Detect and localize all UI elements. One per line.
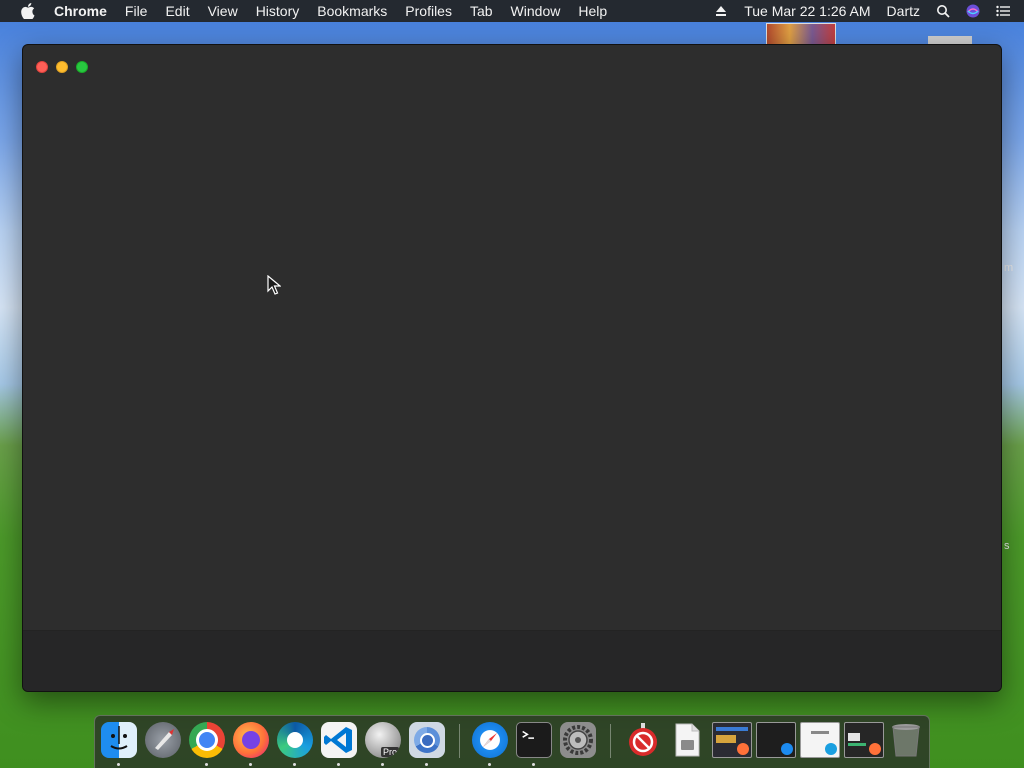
dock-launchpad[interactable]: [145, 722, 181, 760]
edge-window-thumbnail: [800, 722, 840, 758]
dock-separator: [459, 724, 460, 758]
dock-vscode[interactable]: [321, 722, 357, 760]
running-indicator: [425, 763, 428, 766]
close-window-button[interactable]: [36, 61, 48, 73]
running-indicator: [293, 763, 296, 766]
chromium-icon: [409, 722, 445, 758]
dock-firefox-window[interactable]: [712, 722, 752, 760]
firefox-icon: [233, 722, 269, 758]
menu-file[interactable]: File: [116, 0, 157, 22]
chrome-icon: [189, 722, 225, 758]
desktop-edge-text: m: [1004, 262, 1014, 274]
dock-chromium[interactable]: [409, 722, 445, 760]
running-indicator: [249, 763, 252, 766]
safari-window-thumbnail: [756, 722, 796, 758]
spotlight-search-icon[interactable]: [928, 4, 958, 18]
background-window-edge: [928, 36, 972, 44]
dock: Pro: [94, 715, 930, 768]
siri-icon[interactable]: [958, 4, 988, 18]
trash-icon: [888, 722, 924, 758]
menu-help[interactable]: Help: [569, 0, 616, 22]
menu-tab[interactable]: Tab: [461, 0, 502, 22]
pro-app-icon: Pro: [365, 722, 401, 758]
dock-finder[interactable]: [101, 722, 137, 760]
menu-bar: Chrome File Edit View History Bookmarks …: [0, 0, 1024, 22]
terminal-icon: [516, 722, 552, 758]
finder-icon: [101, 722, 137, 758]
dock-safari[interactable]: [472, 722, 508, 760]
dock-safari-window[interactable]: [756, 722, 796, 760]
menu-app-name[interactable]: Chrome: [40, 0, 116, 22]
vscode-icon: [321, 722, 357, 758]
notification-center-icon[interactable]: [988, 4, 1018, 18]
menu-window[interactable]: Window: [502, 0, 570, 22]
dock-terminal[interactable]: [516, 722, 552, 760]
dock-edge-window[interactable]: [800, 722, 840, 760]
minimize-window-button[interactable]: [56, 61, 68, 73]
running-indicator: [205, 763, 208, 766]
safari-icon: [472, 722, 508, 758]
menubar-clock[interactable]: Tue Mar 22 1:26 AM: [736, 0, 878, 22]
firefox-window-thumbnail: [712, 722, 752, 758]
running-indicator: [381, 763, 384, 766]
dock-firefox[interactable]: [233, 722, 269, 760]
document-icon: [669, 722, 705, 758]
menubar-user[interactable]: Dartz: [879, 0, 928, 22]
window-controls: [36, 61, 88, 73]
pro-badge: Pro: [380, 747, 399, 757]
running-indicator: [337, 763, 340, 766]
firefox-window-thumbnail-2: [844, 722, 884, 758]
blocker-icon: [625, 722, 661, 758]
launchpad-icon: [145, 722, 181, 758]
window-footer: [23, 630, 1001, 691]
eject-icon[interactable]: [706, 4, 736, 18]
desktop-edge-text: s: [1004, 540, 1010, 552]
dock-chrome[interactable]: [189, 722, 225, 760]
dock-edge[interactable]: [277, 722, 313, 760]
chrome-window[interactable]: [22, 44, 1002, 692]
dock-document[interactable]: [669, 722, 705, 760]
dock-pro-app[interactable]: Pro: [365, 722, 401, 760]
menu-view[interactable]: View: [199, 0, 247, 22]
maximize-window-button[interactable]: [76, 61, 88, 73]
running-indicator: [532, 763, 535, 766]
running-indicator: [488, 763, 491, 766]
dock-separator: [610, 724, 611, 758]
dock-system-preferences[interactable]: [560, 722, 596, 760]
apple-menu-icon[interactable]: [16, 3, 40, 19]
dock-firefox-window-2[interactable]: [844, 722, 884, 760]
menu-profiles[interactable]: Profiles: [396, 0, 461, 22]
edge-icon: [277, 722, 313, 758]
menu-edit[interactable]: Edit: [156, 0, 198, 22]
running-indicator: [117, 763, 120, 766]
menu-bookmarks[interactable]: Bookmarks: [308, 0, 396, 22]
system-preferences-icon: [560, 722, 596, 758]
dock-blocker[interactable]: [625, 722, 661, 760]
dock-trash[interactable]: [888, 722, 924, 760]
menu-history[interactable]: History: [247, 0, 309, 22]
mouse-cursor-icon: [267, 275, 281, 295]
